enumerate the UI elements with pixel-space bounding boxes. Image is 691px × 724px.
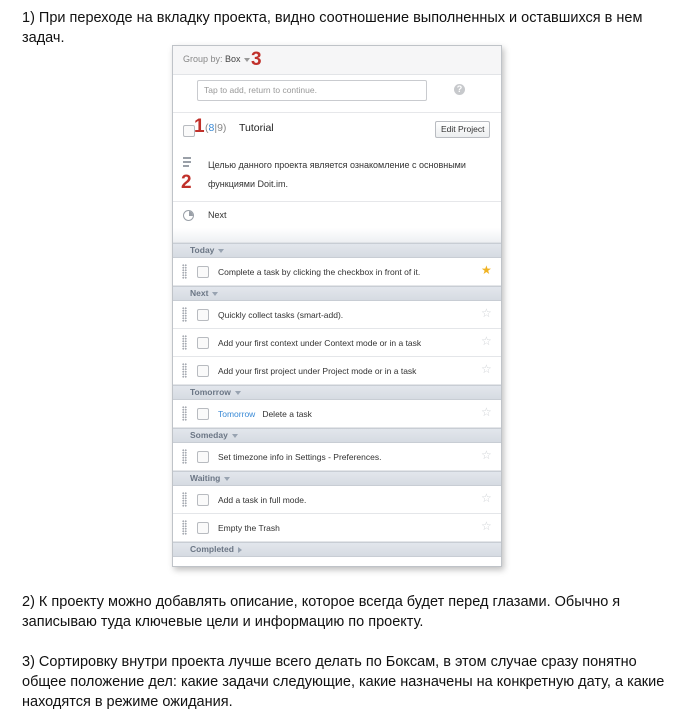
- task-counts: (8|9): [205, 122, 227, 134]
- star-icon[interactable]: ★: [481, 264, 492, 276]
- task-title: Add your first context under Context mod…: [218, 338, 422, 348]
- chevron-down-icon: [243, 57, 250, 62]
- description-text: Целью данного проекта является ознакомле…: [208, 160, 466, 189]
- next-label: Next: [208, 210, 227, 220]
- section-label: Tomorrow: [190, 387, 231, 397]
- task-text[interactable]: Complete a task by clicking the checkbox…: [218, 267, 420, 277]
- section-header[interactable]: Tomorrow: [173, 385, 501, 400]
- section-label: Someday: [190, 430, 228, 440]
- task-text[interactable]: Empty the Trash: [218, 523, 280, 533]
- drag-handle-icon[interactable]: [182, 492, 187, 507]
- chevron-down-icon: [224, 476, 231, 481]
- task-checkbox[interactable]: [197, 337, 209, 349]
- task-title: Empty the Trash: [218, 523, 280, 533]
- paragraph-1: 1) При переходе на вкладку проекта, видн…: [22, 10, 643, 46]
- group-by-value: Box: [225, 54, 241, 64]
- task-checkbox[interactable]: [197, 522, 209, 534]
- task-title: Complete a task by clicking the checkbox…: [218, 267, 421, 277]
- notes-icon: [183, 157, 191, 167]
- star-icon[interactable]: ☆: [481, 363, 492, 375]
- annotation-2: 2: [181, 172, 192, 193]
- task-text[interactable]: Add your first context under Context mod…: [218, 338, 421, 348]
- task-checkbox[interactable]: [197, 408, 209, 420]
- task-text[interactable]: Add your first project under Project mod…: [218, 366, 416, 376]
- section-label: Next: [190, 288, 209, 298]
- smart-add-input[interactable]: Tap to add, return to continue.: [197, 80, 427, 101]
- paragraph-2: 2) К проекту можно добавлять описание, к…: [22, 594, 621, 630]
- task-row[interactable]: Set timezone info in Settings - Preferen…: [173, 443, 501, 471]
- section-header[interactable]: Next: [173, 286, 501, 301]
- progress-pie-icon: [183, 210, 194, 221]
- drag-handle-icon[interactable]: [182, 520, 187, 535]
- remaining-count: 9: [217, 122, 223, 134]
- app-screenshot: Group by: Box 3 Tap to add, return to co…: [172, 45, 502, 567]
- task-title: Delete a task: [262, 409, 312, 419]
- drag-handle-icon[interactable]: [182, 307, 187, 322]
- group-by-selector[interactable]: Group by: Box: [183, 54, 250, 64]
- header-divider: [173, 228, 501, 243]
- drag-handle-icon[interactable]: [182, 335, 187, 350]
- task-title: Add your first project under Project mod…: [218, 366, 417, 376]
- chevron-down-icon: [212, 291, 219, 296]
- star-icon[interactable]: ☆: [481, 406, 492, 418]
- task-row[interactable]: Add your first project under Project mod…: [173, 357, 501, 385]
- star-icon[interactable]: ☆: [481, 520, 492, 532]
- section-header[interactable]: Someday: [173, 428, 501, 443]
- task-due-label: Tomorrow: [218, 409, 256, 419]
- star-icon[interactable]: ☆: [481, 335, 492, 347]
- project-name: Tutorial: [239, 122, 274, 134]
- star-icon[interactable]: ☆: [481, 307, 492, 319]
- task-checkbox[interactable]: [197, 309, 209, 321]
- task-checkbox[interactable]: [197, 266, 209, 278]
- chevron-down-icon: [234, 390, 241, 395]
- section-header[interactable]: Waiting: [173, 471, 501, 486]
- annotation-1: 1: [194, 116, 205, 137]
- drag-handle-icon[interactable]: [182, 363, 187, 378]
- task-text[interactable]: Add a task in full mode.: [218, 495, 306, 505]
- section-label: Today: [190, 245, 215, 255]
- task-checkbox[interactable]: [197, 494, 209, 506]
- group-by-bar: Group by: Box 3: [173, 46, 501, 75]
- task-title: Quickly collect tasks (smart-add).: [218, 310, 344, 320]
- task-text[interactable]: Tomorrow Delete a task: [218, 409, 312, 419]
- next-action-row[interactable]: Next: [173, 201, 501, 228]
- drag-handle-icon[interactable]: [182, 264, 187, 279]
- task-text[interactable]: Set timezone info in Settings - Preferen…: [218, 452, 381, 462]
- task-row[interactable]: Add your first context under Context mod…: [173, 329, 501, 357]
- task-checkbox[interactable]: [197, 365, 209, 377]
- help-icon[interactable]: ?: [454, 84, 465, 95]
- chevron-down-icon: [231, 433, 238, 438]
- section-label: Waiting: [190, 473, 221, 483]
- section-header[interactable]: Today: [173, 243, 501, 258]
- drag-handle-icon[interactable]: [182, 449, 187, 464]
- task-row[interactable]: Empty the Trash ☆: [173, 514, 501, 542]
- star-icon[interactable]: ☆: [481, 492, 492, 504]
- task-title: Set timezone info in Settings - Preferen…: [218, 452, 382, 462]
- group-by-label: Group by:: [183, 54, 223, 64]
- edit-project-button[interactable]: Edit Project: [435, 121, 491, 138]
- task-row[interactable]: Tomorrow Delete a task ☆: [173, 400, 501, 428]
- star-icon[interactable]: ☆: [481, 449, 492, 461]
- chevron-down-icon: [218, 248, 225, 253]
- section-label: Completed: [190, 544, 234, 554]
- task-checkbox[interactable]: [197, 451, 209, 463]
- task-row[interactable]: Add a task in full mode. ☆: [173, 486, 501, 514]
- task-text[interactable]: Quickly collect tasks (smart-add).: [218, 310, 343, 320]
- task-list: Today Complete a task by clicking the che…: [173, 243, 501, 557]
- drag-handle-icon[interactable]: [182, 406, 187, 421]
- chevron-right-icon: [237, 546, 242, 553]
- section-header[interactable]: Completed: [173, 542, 501, 557]
- project-header: 1 (8|9) Tutorial Edit Project: [173, 112, 501, 143]
- task-title: Add a task in full mode.: [218, 495, 307, 505]
- task-row[interactable]: Complete a task by clicking the checkbox…: [173, 258, 501, 286]
- annotation-3: 3: [251, 49, 262, 70]
- task-row[interactable]: Quickly collect tasks (smart-add). ☆: [173, 301, 501, 329]
- paragraph-3: 3) Сортировку внутри проекта лучше всего…: [22, 654, 665, 710]
- project-description[interactable]: Целью данного проекта является ознакомле…: [173, 146, 501, 202]
